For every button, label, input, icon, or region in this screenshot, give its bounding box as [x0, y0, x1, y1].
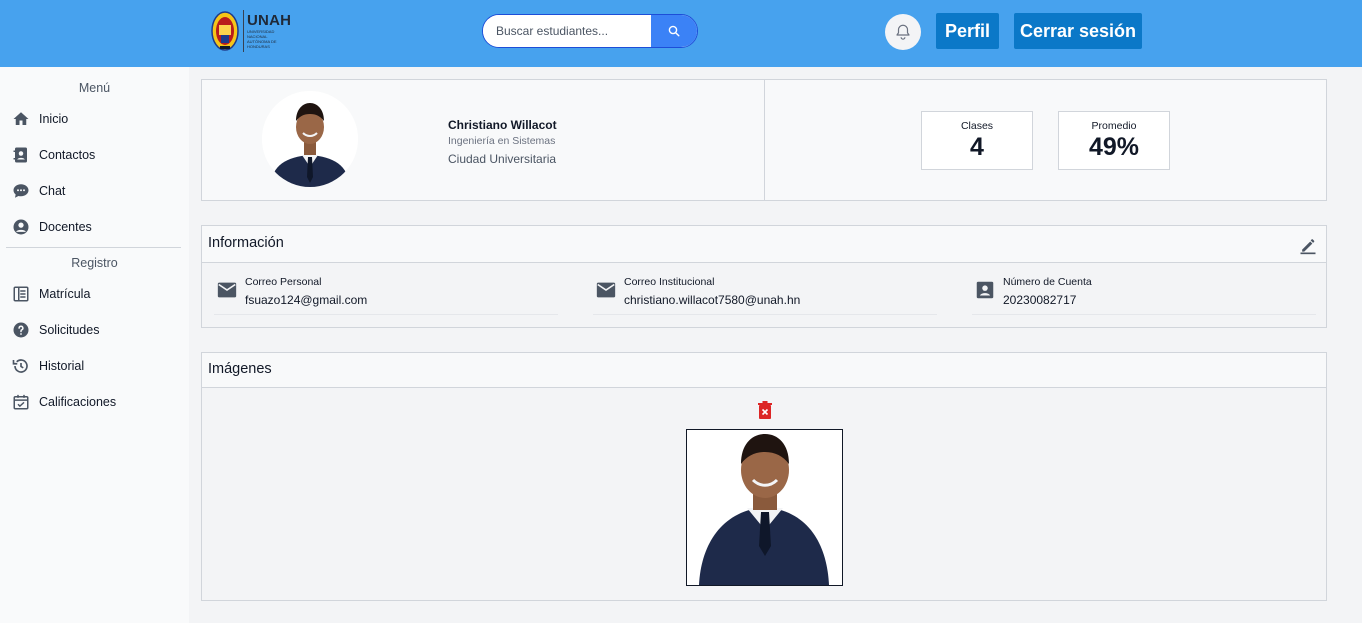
top-navbar: UNAH UNIVERSIDAD NACIONAL AUTÓNOMA DE HO… — [0, 0, 1362, 67]
info-header: Información — [202, 226, 1326, 263]
chat-icon — [12, 182, 30, 200]
logout-button[interactable]: Cerrar sesión — [1014, 13, 1142, 49]
sidebar: Menú Inicio Contactos Chat Docentes Regi… — [0, 67, 189, 623]
notifications-button[interactable] — [885, 14, 921, 50]
promedio-stat: Promedio 49% — [1058, 111, 1170, 170]
stats-card: Clases 4 Promedio 49% — [764, 79, 1327, 201]
info-numero-cuenta: Número de Cuenta 20230082717 — [972, 275, 1316, 315]
sidebar-heading-menu: Menú — [78, 81, 111, 95]
list-icon — [12, 285, 30, 303]
calendar-icon — [12, 393, 30, 411]
search-button[interactable] — [651, 15, 697, 47]
sidebar-item-matricula[interactable]: Matrícula — [12, 284, 90, 304]
sidebar-item-contactos[interactable]: Contactos — [12, 145, 95, 165]
search-input[interactable] — [483, 15, 651, 47]
promedio-value: 49% — [1088, 133, 1140, 161]
info-label: Correo Institucional — [624, 276, 715, 288]
logo-divider — [243, 10, 244, 52]
clases-stat: Clases 4 — [921, 111, 1033, 170]
history-icon — [12, 357, 30, 375]
sidebar-item-label: Contactos — [39, 148, 96, 162]
sidebar-item-solicitudes[interactable]: Solicitudes — [12, 320, 99, 340]
logo-text: UNAH UNIVERSIDAD NACIONAL AUTÓNOMA DE HO… — [247, 12, 292, 50]
student-photo[interactable] — [686, 429, 843, 586]
sidebar-item-label: Calificaciones — [39, 395, 117, 409]
student-name: Christiano Willacot — [448, 118, 557, 132]
mail-icon — [596, 282, 616, 298]
user-circle-icon — [12, 218, 30, 236]
sidebar-item-label: Historial — [39, 359, 85, 373]
student-campus: Ciudad Universitaria — [448, 152, 557, 166]
mail-icon — [217, 282, 237, 298]
info-label: Correo Personal — [245, 276, 322, 288]
sidebar-item-inicio[interactable]: Inicio — [12, 109, 68, 129]
search-icon — [668, 25, 680, 37]
info-correo-institucional: Correo Institucional christiano.willacot… — [593, 275, 937, 315]
promedio-label: Promedio — [1091, 120, 1137, 132]
sidebar-divider — [6, 247, 181, 248]
clases-label: Clases — [960, 120, 994, 132]
help-icon — [12, 321, 30, 339]
info-card: Información Correo Personal fsuazo124@gm… — [201, 225, 1327, 328]
edit-icon[interactable] — [1298, 235, 1318, 255]
person-photo-icon — [687, 430, 842, 585]
student-career: Ingeniería en Sistemas — [448, 135, 556, 147]
images-header: Imágenes — [202, 353, 1326, 388]
sidebar-item-historial[interactable]: Historial — [12, 356, 84, 376]
info-value: fsuazo124@gmail.com — [245, 293, 368, 307]
clases-value: 4 — [970, 133, 984, 161]
perfil-button[interactable]: Perfil — [936, 13, 999, 49]
sidebar-item-label: Chat — [39, 184, 66, 198]
home-icon — [12, 110, 30, 128]
images-card: Imágenes — [201, 352, 1327, 601]
avatar[interactable] — [262, 91, 358, 187]
logo-subtitle: UNIVERSIDAD NACIONAL AUTÓNOMA DE HONDURA… — [247, 29, 277, 49]
info-label: Número de Cuenta — [1003, 276, 1092, 288]
info-value: 20230082717 — [1003, 293, 1077, 307]
info-value: christiano.willacot7580@unah.hn — [624, 293, 801, 307]
sidebar-item-calificaciones[interactable]: Calificaciones — [12, 392, 116, 412]
logo-title: UNAH — [247, 12, 292, 29]
person-photo-icon — [262, 91, 358, 187]
images-title: Imágenes — [208, 361, 272, 377]
contacts-icon — [12, 146, 30, 164]
sidebar-item-label: Docentes — [39, 220, 92, 234]
id-card-icon — [976, 281, 994, 299]
delete-image-icon[interactable] — [757, 401, 773, 419]
info-correo-personal: Correo Personal fsuazo124@gmail.com — [214, 275, 558, 315]
sidebar-item-chat[interactable]: Chat — [12, 181, 65, 201]
profile-card: Christiano Willacot Ingeniería en Sistem… — [201, 79, 765, 201]
sidebar-item-label: Inicio — [39, 112, 69, 126]
sidebar-item-docentes[interactable]: Docentes — [12, 217, 92, 237]
unah-seal-icon — [211, 11, 239, 51]
bell-icon — [896, 24, 910, 40]
sidebar-item-label: Solicitudes — [39, 323, 100, 337]
info-title: Información — [208, 235, 284, 251]
sidebar-heading-registro: Registro — [71, 256, 118, 270]
unah-logo[interactable]: UNAH UNIVERSIDAD NACIONAL AUTÓNOMA DE HO… — [211, 8, 291, 54]
search-bar — [482, 14, 698, 48]
sidebar-item-label: Matrícula — [39, 287, 91, 301]
